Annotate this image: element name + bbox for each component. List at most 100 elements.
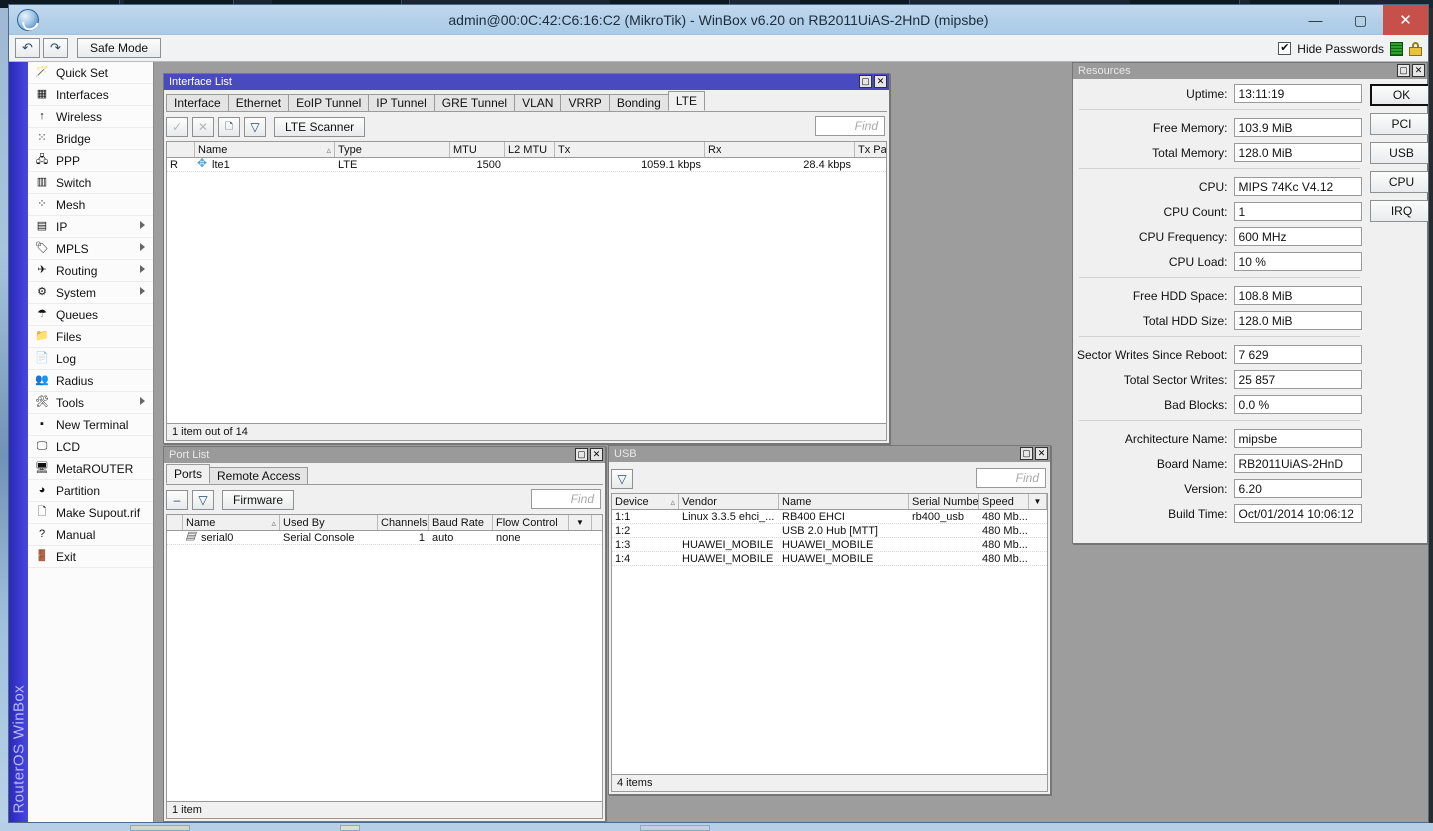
resources-restore-button[interactable]: ▢: [1397, 64, 1410, 77]
remove-minus-icon[interactable]: –: [166, 490, 188, 510]
sidebar-item-bridge[interactable]: ⁙ Bridge: [28, 128, 153, 150]
sidebar-item-queues[interactable]: ☂ Queues: [28, 304, 153, 326]
table-row[interactable]: 1:3 HUAWEI_MOBILE HUAWEI_MOBILE 480 Mb...: [612, 538, 1047, 552]
filter-funnel-icon[interactable]: ▽: [192, 490, 214, 510]
resource-field-value[interactable]: 6.20: [1233, 479, 1362, 498]
interface-list-close-button[interactable]: ✕: [874, 75, 887, 88]
sidebar-item-quick-set[interactable]: 🪄 Quick Set: [28, 62, 153, 84]
maximize-button[interactable]: ▢: [1338, 5, 1383, 35]
tab-ip-tunnel[interactable]: IP Tunnel: [368, 94, 435, 111]
sidebar-item-lcd[interactable]: 🖵 LCD: [28, 436, 153, 458]
resource-field-value[interactable]: 128.0 MiB: [1233, 143, 1362, 162]
resource-field-value[interactable]: 7 629: [1233, 345, 1362, 364]
sidebar-item-files[interactable]: 📁 Files: [28, 326, 153, 348]
tab-vrrp[interactable]: VRRP: [560, 94, 610, 111]
sidebar-item-exit[interactable]: 🚪 Exit: [28, 546, 153, 568]
minimize-button[interactable]: —: [1293, 5, 1338, 35]
resources-close-button[interactable]: ✕: [1412, 64, 1425, 77]
usb-close-button[interactable]: ✕: [1035, 447, 1048, 460]
tab-lte[interactable]: LTE: [667, 91, 705, 111]
sidebar-item-ip[interactable]: ▤ IP: [28, 216, 153, 238]
undo-icon[interactable]: ↶: [15, 38, 40, 58]
usb-col-blank-5[interactable]: ▼: [1029, 494, 1047, 509]
interface-col-mtu[interactable]: MTU: [450, 142, 505, 157]
usb-titlebar[interactable]: USB ▢ ✕: [609, 446, 1050, 462]
sidebar-item-wireless[interactable]: ↑ Wireless: [28, 106, 153, 128]
usb-col-device[interactable]: Device ▵: [612, 494, 679, 509]
sidebar-item-radius[interactable]: 👥 Radius: [28, 370, 153, 392]
tab-remote-access[interactable]: Remote Access: [209, 467, 309, 484]
close-button[interactable]: ✕: [1383, 5, 1428, 35]
cross-disable-icon[interactable]: ✕: [192, 117, 214, 137]
table-row[interactable]: 1:2 USB 2.0 Hub [MTT] 480 Mb...: [612, 524, 1047, 538]
sidebar-item-metarouter[interactable]: 🖥 MetaROUTER: [28, 458, 153, 480]
resource-field-value[interactable]: 1: [1233, 202, 1362, 221]
resource-field-value[interactable]: 128.0 MiB: [1233, 311, 1362, 330]
port-col-used-by[interactable]: Used By: [280, 515, 378, 530]
sidebar-item-ppp[interactable]: 🖧 PPP: [28, 150, 153, 172]
interface-col-l2-mtu[interactable]: L2 MTU: [505, 142, 555, 157]
resource-field-value[interactable]: 13:11:19: [1233, 84, 1362, 103]
resource-field-value[interactable]: 0.0 %: [1233, 395, 1362, 414]
table-row[interactable]: 1:1 Linux 3.3.5 ehci_... RB400 EHCI rb400_u…: [612, 510, 1047, 524]
usb-col-serial-number[interactable]: Serial Number: [909, 494, 979, 509]
resource-field-value[interactable]: 25 857: [1233, 370, 1362, 389]
tab-gre-tunnel[interactable]: GRE Tunnel: [433, 94, 516, 111]
sidebar-item-system[interactable]: ⚙ System: [28, 282, 153, 304]
interface-list-titlebar[interactable]: Interface List ▢ ✕: [164, 74, 889, 90]
pci-button[interactable]: PCI: [1369, 113, 1428, 135]
irq-button[interactable]: IRQ: [1369, 200, 1428, 222]
resource-field-value[interactable]: Oct/01/2014 10:06:12: [1233, 504, 1362, 523]
interface-col-tx-packet-p-s-[interactable]: Tx Packet (p/s): [855, 142, 886, 157]
firmware-button[interactable]: Firmware: [222, 490, 294, 510]
resource-field-value[interactable]: mipsbe: [1233, 429, 1362, 448]
interface-list-find-input[interactable]: Find: [815, 116, 885, 136]
tab-vlan[interactable]: VLAN: [514, 94, 562, 111]
sidebar-item-interfaces[interactable]: ▦ Interfaces: [28, 84, 153, 106]
resource-field-value[interactable]: MIPS 74Kc V4.12: [1233, 177, 1362, 196]
usb-col-vendor[interactable]: Vendor: [679, 494, 779, 509]
port-col-channels[interactable]: Channels: [378, 515, 429, 530]
port-list-restore-button[interactable]: ▢: [575, 448, 588, 461]
resource-field-value[interactable]: RB2011UiAS-2HnD: [1233, 454, 1362, 473]
sidebar-item-make-supout-rif[interactable]: 🗋 Make Supout.rif: [28, 502, 153, 524]
port-col-name[interactable]: Name ▵: [183, 515, 280, 530]
table-row[interactable]: Rlte1LTE15001059.1 kbps28.4 kbps13158: [167, 158, 886, 172]
safe-mode-button[interactable]: Safe Mode: [77, 38, 162, 58]
table-row[interactable]: 1:4 HUAWEI_MOBILE HUAWEI_MOBILE 480 Mb...: [612, 552, 1047, 566]
filter-funnel-icon[interactable]: ▽: [611, 469, 633, 489]
port-list-find-input[interactable]: Find: [531, 489, 601, 509]
usb-restore-button[interactable]: ▢: [1020, 447, 1033, 460]
resource-field-value[interactable]: 10 %: [1233, 252, 1362, 271]
interface-col-type[interactable]: Type: [335, 142, 450, 157]
port-list-close-button[interactable]: ✕: [590, 448, 603, 461]
redo-icon[interactable]: ↷: [43, 38, 68, 58]
tab-ethernet[interactable]: Ethernet: [227, 94, 290, 111]
ok-button[interactable]: OK: [1369, 84, 1428, 106]
port-list-titlebar[interactable]: Port List ▢ ✕: [164, 447, 605, 463]
resources-titlebar[interactable]: Resources ▢ ✕: [1073, 63, 1427, 79]
column-menu-icon[interactable]: ▼: [576, 518, 584, 527]
resource-field-value[interactable]: 600 MHz: [1233, 227, 1362, 246]
tab-bonding[interactable]: Bonding: [608, 94, 669, 111]
comment-icon[interactable]: 🗅: [218, 117, 240, 137]
lte-scanner-button[interactable]: LTE Scanner: [274, 117, 366, 137]
sidebar-item-routing[interactable]: ✈ Routing: [28, 260, 153, 282]
filter-funnel-icon[interactable]: ▽: [244, 117, 266, 137]
usb-col-name[interactable]: Name: [779, 494, 909, 509]
column-menu-icon[interactable]: ▼: [1034, 497, 1042, 506]
sidebar-item-mpls[interactable]: 🏷 MPLS: [28, 238, 153, 260]
port-col-flow-control[interactable]: Flow Control: [493, 515, 569, 530]
usb-button[interactable]: USB: [1369, 142, 1428, 164]
tab-ports[interactable]: Ports: [166, 464, 211, 484]
sidebar-item-mesh[interactable]: ⁘ Mesh: [28, 194, 153, 216]
sidebar-item-new-terminal[interactable]: ▪ New Terminal: [28, 414, 153, 436]
interface-col-name[interactable]: Name ▵: [195, 142, 335, 157]
resource-field-value[interactable]: 108.8 MiB: [1233, 286, 1362, 305]
resource-field-value[interactable]: 103.9 MiB: [1233, 118, 1362, 137]
port-col-blank-6[interactable]: ▼: [569, 515, 592, 530]
sidebar-item-partition[interactable]: ◕ Partition: [28, 480, 153, 502]
table-row[interactable]: serial0Serial Console 1 auto none: [167, 531, 602, 545]
port-col-blank-0[interactable]: [167, 515, 183, 530]
usb-col-speed[interactable]: Speed: [979, 494, 1029, 509]
